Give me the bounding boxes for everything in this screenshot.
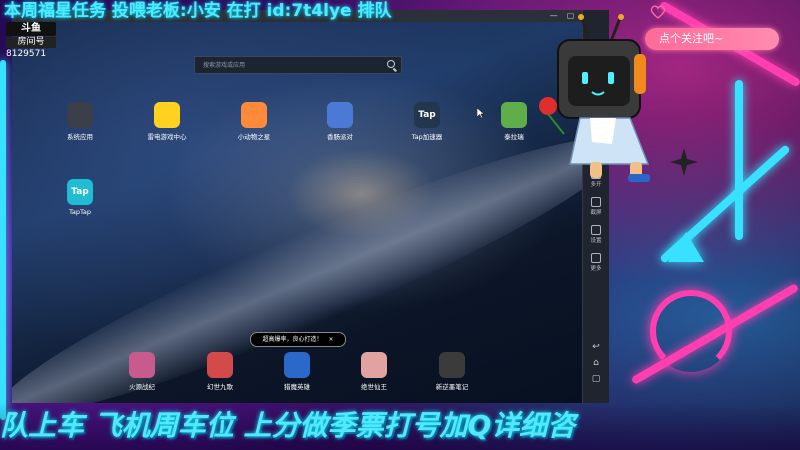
emulator-window: — ▢ ✕ 搜索游戏或应用 系统应用雷电游戏中心小动物之星香肠派对TapTap加…: [12, 10, 594, 403]
search-placeholder: 搜索游戏或应用: [203, 62, 246, 69]
fox-icon[interactable]: [241, 102, 267, 128]
more-icon: [591, 253, 601, 263]
toast-close-icon[interactable]: ×: [328, 336, 333, 343]
android-home-screen: 搜索游戏或应用 系统应用 雷电游戏中心 小动物之星 香肠派对 Tap Tap加速器 泰拉瑞 …: [12, 22, 594, 403]
sidebar-item-screenshot[interactable]: 截屏: [583, 197, 609, 221]
grid-icon[interactable]: [67, 102, 93, 128]
taptap-icon[interactable]: Tap: [67, 179, 93, 205]
sidebar-item-label: 设置: [590, 238, 602, 244]
mouse-cursor-icon: [477, 108, 485, 118]
app-grid[interactable]: 系统应用: [50, 102, 110, 141]
sidebar-item-more[interactable]: 更多: [583, 253, 609, 277]
home-icon[interactable]: ⌂: [583, 355, 609, 371]
app-fantasy[interactable]: 幻世九歌: [190, 352, 250, 391]
douyu-logo: 斗鱼: [6, 22, 56, 36]
sidebar-item-settings[interactable]: 设置: [583, 225, 609, 249]
app-label: 猎魔英雄: [284, 383, 310, 391]
ink-notes-icon[interactable]: [439, 352, 465, 378]
gamepad-icon[interactable]: [154, 102, 180, 128]
back-icon[interactable]: ↩: [583, 339, 609, 355]
fantasy-icon[interactable]: [207, 352, 233, 378]
hero-icon[interactable]: [284, 352, 310, 378]
app-anime-girl[interactable]: 火源战纪: [112, 352, 172, 391]
toast-text: 超高爆率，良心打造！: [262, 336, 323, 343]
app-label: 系统应用: [67, 133, 93, 141]
room-number: 8129571: [6, 49, 47, 59]
anime-girl-icon[interactable]: [129, 352, 155, 378]
search-input[interactable]: 搜索游戏或应用: [194, 56, 402, 74]
app-label: 香肠派对: [327, 133, 353, 141]
neon-triangle: [668, 232, 704, 262]
screenshot-icon: [591, 197, 601, 207]
terraria-icon[interactable]: [501, 102, 527, 128]
toast-message: 超高爆率，良心打造！ ×: [250, 332, 346, 347]
app-label: 小动物之星: [237, 133, 271, 141]
app-immortal[interactable]: 绝世仙王: [344, 352, 404, 391]
app-tap-accelerator[interactable]: Tap Tap加速器: [397, 102, 457, 141]
sidebar-item-label: 截屏: [590, 210, 602, 216]
app-fox[interactable]: 小动物之星: [224, 102, 284, 141]
neon-stripe: [735, 80, 743, 240]
room-label: 房间号: [6, 37, 56, 48]
robot-mascot-icon: [539, 14, 650, 182]
character-icon[interactable]: [327, 102, 353, 128]
recent-apps-icon[interactable]: ▢: [583, 371, 609, 387]
search-icon[interactable]: [387, 60, 395, 68]
app-ink-notes[interactable]: 新逆墨笔记: [422, 352, 482, 391]
marquee-bottom-text: 队上车 飞机周车位 上分做季票打号加Q详细咨: [0, 402, 800, 450]
neon-stripe: [0, 60, 6, 420]
neon-ring: [650, 290, 732, 372]
room-badge: 斗鱼 房间号 8129571: [6, 22, 56, 60]
immortal-icon[interactable]: [361, 352, 387, 378]
shuriken-star-icon: [670, 148, 698, 176]
app-label: TapTap: [68, 208, 91, 216]
app-label: 新逆墨笔记: [435, 383, 469, 391]
sidebar-item-label: 更多: [590, 266, 602, 272]
app-taptap[interactable]: Tap TapTap: [50, 179, 110, 216]
app-label: 雷电游戏中心: [147, 133, 187, 141]
app-label: 幻世九歌: [207, 383, 233, 391]
app-character[interactable]: 香肠派对: [310, 102, 370, 141]
marquee-top-text: 本周福星任务 投喂老板:小安 在打 id:7t4lye 排队: [4, 1, 392, 21]
app-label: 绝世仙王: [361, 383, 387, 391]
tap-accelerator-icon[interactable]: Tap: [414, 102, 440, 128]
app-gamepad[interactable]: 雷电游戏中心: [137, 102, 197, 141]
app-label: Tap加速器: [411, 133, 443, 141]
app-hero[interactable]: 猎魔英雄: [267, 352, 327, 391]
app-label: 火源战纪: [129, 383, 155, 391]
settings-icon: [591, 225, 601, 235]
